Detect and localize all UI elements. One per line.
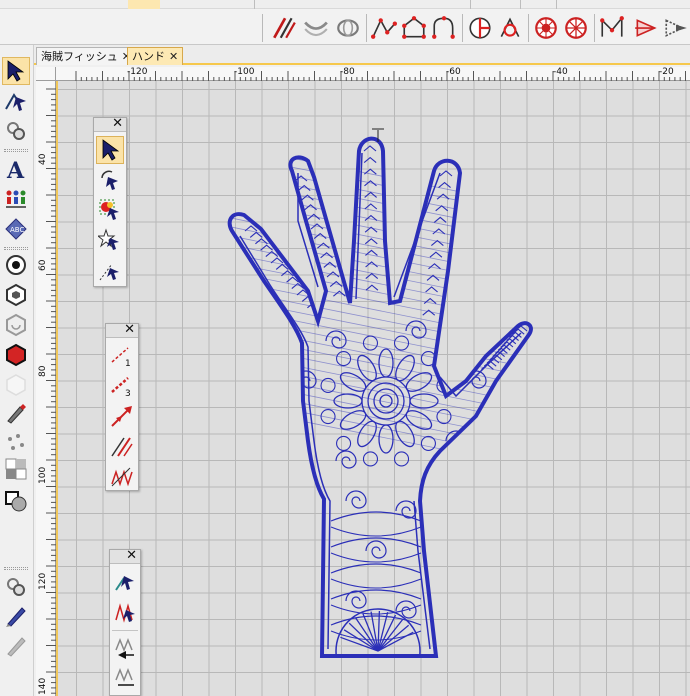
single-run-icon[interactable]: 1 <box>108 342 136 370</box>
reshape-icon[interactable] <box>2 87 30 115</box>
ruler-label: 140 <box>38 677 48 695</box>
document-tab-bar: 海賊フィッシュ ✕ ハンド ✕ <box>34 45 690 65</box>
star-circle-icon[interactable] <box>532 14 560 42</box>
rotate-3d-icon[interactable] <box>334 14 362 42</box>
tab-label: ハンド <box>132 50 165 63</box>
ruler-label: -120 <box>127 67 148 77</box>
white-hexagon-icon[interactable] <box>2 371 30 399</box>
monogram-icon[interactable]: ABC <box>2 215 30 243</box>
svg-text:ABC: ABC <box>10 226 24 234</box>
edit-tool-icon[interactable] <box>2 573 30 601</box>
palette-titlebar[interactable]: ✕ <box>106 322 138 338</box>
zigzag-line-icon[interactable] <box>108 462 136 490</box>
ruler-label: 60 <box>38 259 48 271</box>
wheel-icon[interactable] <box>562 14 590 42</box>
close-icon[interactable]: ✕ <box>112 116 123 131</box>
ruler-label: -80 <box>340 67 355 77</box>
red-hexagon-icon[interactable] <box>2 341 30 369</box>
reshape-node-icon[interactable] <box>112 568 140 596</box>
stitch-count-badge: 3 <box>125 389 131 398</box>
horizontal-ruler: -120 -100 -80 -60 -40 -20 <box>56 67 690 81</box>
satin-line-icon[interactable] <box>108 432 136 460</box>
team-names-icon[interactable] <box>2 185 30 213</box>
line-stitch-icon[interactable] <box>270 14 298 42</box>
tab-label: 海賊フィッシュ <box>41 50 118 63</box>
stitch-edit-icon[interactable] <box>112 598 140 626</box>
hand-outline <box>227 136 533 658</box>
ruler-label: 120 <box>38 572 48 590</box>
arrow-right-icon[interactable] <box>632 14 660 42</box>
fill-arrow-icon[interactable] <box>662 14 690 42</box>
ruler-label: -20 <box>659 67 674 77</box>
circle-split-icon[interactable] <box>466 14 494 42</box>
close-icon[interactable]: ✕ <box>169 48 178 65</box>
vertical-ruler: 40 60 80 100 120 140 <box>36 81 56 696</box>
color-swatch-icon[interactable] <box>2 455 30 483</box>
stitch-forward-icon[interactable] <box>112 664 140 692</box>
motif-run-icon[interactable] <box>108 402 136 430</box>
edit-palette[interactable]: ✕ <box>109 548 141 696</box>
selection-palette[interactable]: ✕ <box>93 116 127 287</box>
knife-icon[interactable] <box>2 631 30 659</box>
ruler-label: 100 <box>38 466 48 484</box>
palette-titlebar[interactable]: ✕ <box>94 116 126 132</box>
paint-select-icon[interactable] <box>96 196 124 224</box>
ruler-label: -100 <box>234 67 255 77</box>
bend-icon[interactable] <box>302 14 330 42</box>
ruler-corner <box>36 67 56 81</box>
top-toolbar <box>0 0 690 45</box>
tab-pirate-fish[interactable]: 海賊フィッシュ ✕ <box>36 47 136 65</box>
node-path-icon[interactable] <box>370 14 398 42</box>
stitch-count-badge: 1 <box>125 359 131 368</box>
rotate-select-icon[interactable] <box>96 166 124 194</box>
arc-icon[interactable] <box>430 14 458 42</box>
select-arrow-icon[interactable] <box>96 136 124 164</box>
lasso-select-icon[interactable] <box>96 256 124 284</box>
scatter-icon[interactable] <box>2 429 30 457</box>
stitch-back-icon[interactable] <box>112 634 140 662</box>
stitch-palette[interactable]: ✕ 1 3 <box>105 322 139 491</box>
house-shape-icon[interactable] <box>400 14 428 42</box>
active-menu-highlight[interactable] <box>128 0 160 9</box>
palette-titlebar[interactable]: ✕ <box>110 548 140 564</box>
design-canvas[interactable] <box>56 81 690 696</box>
ruler-label: 80 <box>38 365 48 377</box>
triple-run-icon[interactable]: 3 <box>108 372 136 400</box>
circle-icon[interactable] <box>2 251 30 279</box>
left-toolbar: A ABC <box>0 45 34 696</box>
tab-hand[interactable]: ハンド ✕ <box>127 47 184 65</box>
close-icon[interactable]: ✕ <box>126 548 137 563</box>
select-arrow-icon[interactable] <box>2 57 30 85</box>
merge-icon[interactable] <box>496 14 524 42</box>
corner-icon[interactable] <box>598 14 626 42</box>
text-icon[interactable]: A <box>2 155 30 183</box>
spiral-hex-icon[interactable] <box>2 311 30 339</box>
ruler-label: -40 <box>553 67 568 77</box>
application-window: A ABC 海賊フィッシュ ハンド ✕ -120 -100 -80 -60 -4… <box>0 0 690 696</box>
menu-strip <box>0 0 690 9</box>
ruler-label: 40 <box>38 153 48 165</box>
pen-icon[interactable] <box>2 399 30 427</box>
svg-text:A: A <box>6 158 25 181</box>
bend-tool-icon[interactable] <box>2 117 30 145</box>
star-select-icon[interactable] <box>96 226 124 254</box>
ruler-label: -60 <box>446 67 461 77</box>
close-icon[interactable]: ✕ <box>124 322 135 337</box>
pencil-icon[interactable] <box>2 601 30 629</box>
hand-embroidery-design[interactable] <box>56 81 690 696</box>
shape-blend-icon[interactable] <box>2 487 30 515</box>
hexagon-icon[interactable] <box>2 281 30 309</box>
